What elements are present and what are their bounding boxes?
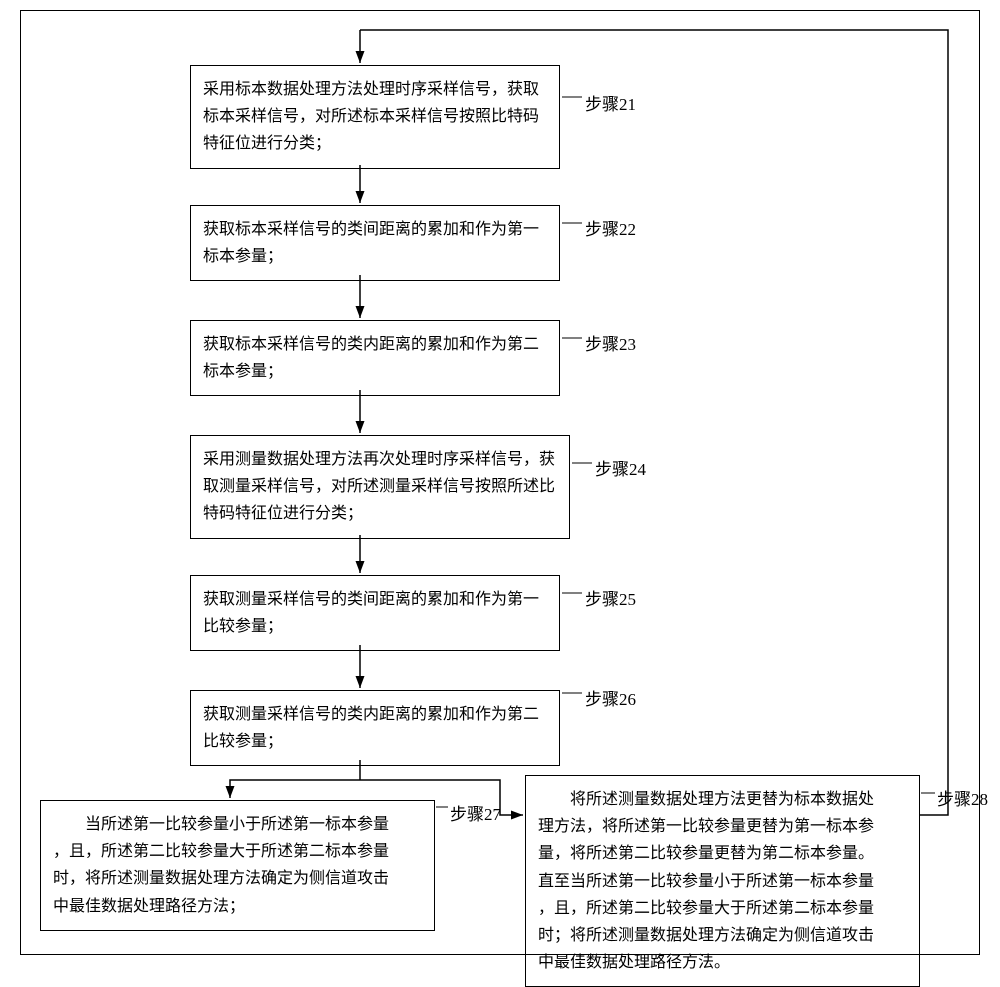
step-28-l4: 直至当所述第一比较参量小于所述第一标本参量 bbox=[538, 868, 907, 895]
step-28-label: 步骤28 bbox=[937, 785, 988, 810]
step-27-l3: 时，将所述测量数据处理方法确定为侧信道攻击 bbox=[53, 865, 422, 892]
step-25-label: 步骤25 bbox=[585, 585, 636, 610]
step-28-box: 将所述测量数据处理方法更替为标本数据处 理方法，将所述第一比较参量更替为第一标本… bbox=[525, 775, 920, 987]
step-23-label: 步骤23 bbox=[585, 330, 636, 355]
step-28-l3: 量，将所述第二比较参量更替为第二标本参量。 bbox=[538, 840, 907, 867]
step-27-l1: 当所述第一比较参量小于所述第一标本参量 bbox=[53, 811, 422, 838]
step-21-box: 采用标本数据处理方法处理时序采样信号，获取标本采样信号，对所述标本采样信号按照比… bbox=[190, 65, 560, 169]
step-25-text: 获取测量采样信号的类间距离的累加和作为第一比较参量； bbox=[203, 586, 547, 640]
step-26-text: 获取测量采样信号的类内距离的累加和作为第二比较参量； bbox=[203, 701, 547, 755]
step-24-label: 步骤24 bbox=[595, 455, 646, 480]
step-22-text: 获取标本采样信号的类间距离的累加和作为第一标本参量； bbox=[203, 216, 547, 270]
step-21-text: 采用标本数据处理方法处理时序采样信号，获取标本采样信号，对所述标本采样信号按照比… bbox=[203, 76, 547, 158]
step-28-l5: ，且，所述第二比较参量大于所述第二标本参量 bbox=[538, 895, 907, 922]
step-28-l1: 将所述测量数据处理方法更替为标本数据处 bbox=[538, 786, 907, 813]
step-25-box: 获取测量采样信号的类间距离的累加和作为第一比较参量； bbox=[190, 575, 560, 651]
step-23-text: 获取标本采样信号的类内距离的累加和作为第二标本参量； bbox=[203, 331, 547, 385]
step-26-box: 获取测量采样信号的类内距离的累加和作为第二比较参量； bbox=[190, 690, 560, 766]
step-24-text: 采用测量数据处理方法再次处理时序采样信号，获取测量采样信号，对所述测量采样信号按… bbox=[203, 446, 557, 528]
step-28-l6: 时；将所述测量数据处理方法确定为侧信道攻击 bbox=[538, 922, 907, 949]
step-21-label: 步骤21 bbox=[585, 90, 636, 115]
step-27-label: 步骤27 bbox=[450, 800, 501, 825]
step-27-l4: 中最佳数据处理路径方法； bbox=[53, 893, 422, 920]
step-26-label: 步骤26 bbox=[585, 685, 636, 710]
step-22-box: 获取标本采样信号的类间距离的累加和作为第一标本参量； bbox=[190, 205, 560, 281]
step-23-box: 获取标本采样信号的类内距离的累加和作为第二标本参量； bbox=[190, 320, 560, 396]
step-28-l7: 中最佳数据处理路径方法。 bbox=[538, 949, 907, 976]
step-27-box: 当所述第一比较参量小于所述第一标本参量 ，且，所述第二比较参量大于所述第二标本参… bbox=[40, 800, 435, 931]
step-22-label: 步骤22 bbox=[585, 215, 636, 240]
step-28-l2: 理方法，将所述第一比较参量更替为第一标本参 bbox=[538, 813, 907, 840]
step-24-box: 采用测量数据处理方法再次处理时序采样信号，获取测量采样信号，对所述测量采样信号按… bbox=[190, 435, 570, 539]
step-27-l2: ，且，所述第二比较参量大于所述第二标本参量 bbox=[53, 838, 422, 865]
